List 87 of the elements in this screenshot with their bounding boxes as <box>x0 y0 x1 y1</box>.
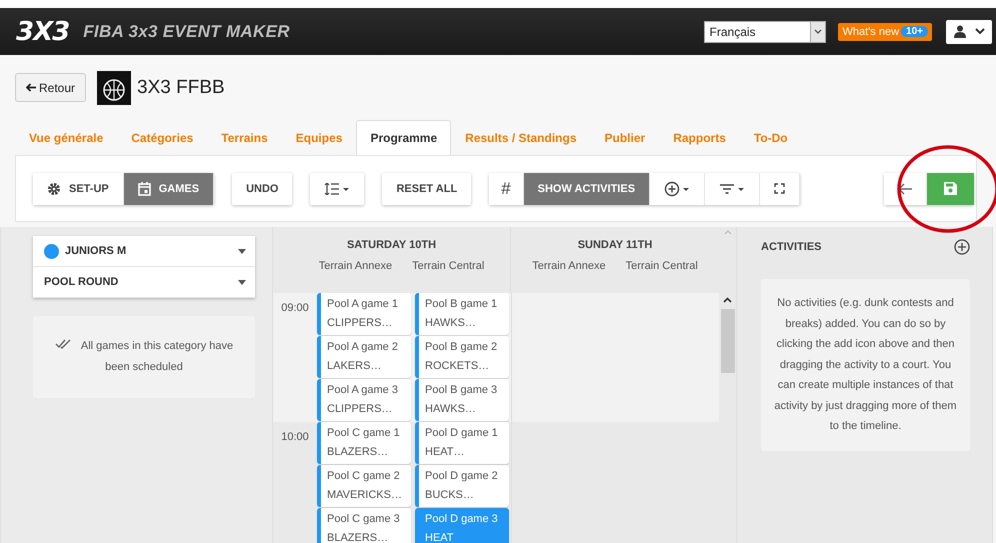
game-teams: HEAT <box>425 531 455 543</box>
game-teams: MAVERICKS… <box>327 488 403 503</box>
game-title: Pool B game 1 <box>425 297 498 312</box>
event-name: 3X3 FFBB <box>137 76 225 98</box>
show-activities-toggle[interactable]: SHOW ACTIVITIES <box>524 172 650 204</box>
game-card[interactable]: Pool A game 2 LAKERS… <box>317 336 411 378</box>
caret-icon <box>974 28 984 35</box>
game-title: Pool D game 2 <box>425 469 499 484</box>
mode-toggle[interactable]: GAMES <box>124 172 214 204</box>
activities-message: No activities (e.g. dunk contests and breaks) added. You can do so by clicking the add icon above and then dragging the activity to a court. You can create multiple instances of that activity by just dragging more of them to the timeline. <box>773 296 958 434</box>
game-teams: CLIPPERS… <box>327 316 394 331</box>
gear-icon <box>47 182 61 196</box>
court-heading: Terrain Annexe <box>532 260 606 272</box>
game-card[interactable]: Pool C game 2 MAVERICKS… <box>317 465 411 507</box>
day-heading: SUNDAY 11TH <box>578 239 652 251</box>
round-select[interactable]: POOL ROUND <box>33 267 255 298</box>
game-title: Pool A game 2 <box>327 340 399 355</box>
user-menu-button[interactable] <box>946 20 992 44</box>
game-card[interactable]: Pool C game 3 BLAZERS… <box>317 508 411 543</box>
court-heading: Terrain Central <box>626 260 698 272</box>
back-button[interactable]: Retour <box>15 73 86 102</box>
court-heading: Terrain Central <box>412 260 484 272</box>
game-teams: ROCKETS… <box>425 359 490 374</box>
game-title: Pool C game 1 <box>327 426 401 441</box>
double-check-icon <box>54 339 73 349</box>
game-card[interactable]: Pool B game 3 HAWKS… <box>415 379 509 421</box>
game-title: Pool C game 3 <box>327 512 401 527</box>
chevron-up-icon <box>724 230 732 235</box>
game-card[interactable]: Pool C game 1 BLAZERS… <box>317 422 411 464</box>
game-title: Pool D game 1 <box>425 426 499 441</box>
court-heading: Terrain Annexe <box>318 260 392 272</box>
scrollbar-thumb[interactable] <box>720 309 734 373</box>
reset-all-button[interactable]: RESET ALL <box>382 172 472 204</box>
basketball-logo-icon <box>97 70 132 104</box>
add-button[interactable] <box>650 172 706 204</box>
language-select[interactable]: Français <box>704 20 826 42</box>
info-message: All games in this category have been scheduled <box>80 340 234 373</box>
game-teams: HAWKS… <box>425 316 477 331</box>
game-teams: HEAT… <box>425 445 466 460</box>
arrow-left-icon <box>26 83 36 92</box>
add-circle-icon[interactable] <box>954 239 970 255</box>
mode-toggle[interactable]: SET-UP <box>33 172 124 204</box>
undo-button[interactable]: UNDO <box>232 172 292 204</box>
caret-icon <box>814 28 822 34</box>
game-card[interactable]: Pool A game 3 CLIPPERS… <box>317 379 411 421</box>
game-teams: BLAZERS… <box>327 531 390 543</box>
fullscreen-icon <box>774 183 786 194</box>
game-card[interactable]: Pool B game 1 HAWKS… <box>415 293 509 335</box>
save-icon <box>944 182 957 195</box>
game-title: Pool B game 3 <box>425 383 498 398</box>
arrow-left-icon <box>898 182 912 194</box>
calendar-icon <box>138 182 151 196</box>
game-title: Pool C game 2 <box>327 469 401 484</box>
game-card[interactable]: Pool B game 2 ROCKETS… <box>415 336 509 378</box>
activities-title: ACTIVITIES <box>761 241 822 253</box>
game-title: Pool D game 3 <box>425 512 499 527</box>
game-card[interactable]: Pool A game 1 CLIPPERS… <box>317 293 411 335</box>
game-title: Pool B game 2 <box>425 340 498 355</box>
category-select[interactable]: JUNIORS M <box>33 236 255 267</box>
game-teams: CLIPPERS… <box>327 402 394 417</box>
line-spacing-icon <box>324 182 350 194</box>
game-card[interactable]: Pool D game 1 HEAT… <box>415 422 509 464</box>
filter-icon <box>719 182 746 194</box>
fullscreen-button[interactable] <box>760 172 800 204</box>
day-heading: SATURDAY 10TH <box>346 239 436 251</box>
time-label: 09:00 <box>280 301 310 316</box>
back-arrow-button[interactable] <box>884 172 927 204</box>
game-teams: LAKERS… <box>327 359 382 374</box>
game-teams: HAWKS… <box>425 402 477 417</box>
save-button[interactable] <box>927 172 974 204</box>
caret-icon <box>238 280 246 284</box>
app-title: FIBA 3x3 EVENT MAKER <box>83 22 290 42</box>
caret-icon <box>238 248 246 254</box>
user-icon <box>954 25 966 38</box>
time-label: 10:00 <box>280 430 310 445</box>
chevron-up-icon <box>723 297 732 303</box>
logo: 3X3 <box>16 16 70 46</box>
game-teams: BUCKS… <box>425 488 475 503</box>
game-title: Pool A game 3 <box>327 383 399 398</box>
hash-label: # <box>489 172 524 204</box>
add-circle-icon <box>664 180 690 196</box>
tab[interactable]: Programme <box>356 120 452 155</box>
game-teams: BLAZERS… <box>327 445 390 460</box>
count-badge: 10+ <box>901 26 928 37</box>
game-card[interactable]: Pool D game 2 BUCKS… <box>415 465 509 507</box>
game-title: Pool A game 1 <box>327 297 399 312</box>
sort-button[interactable] <box>310 172 364 204</box>
